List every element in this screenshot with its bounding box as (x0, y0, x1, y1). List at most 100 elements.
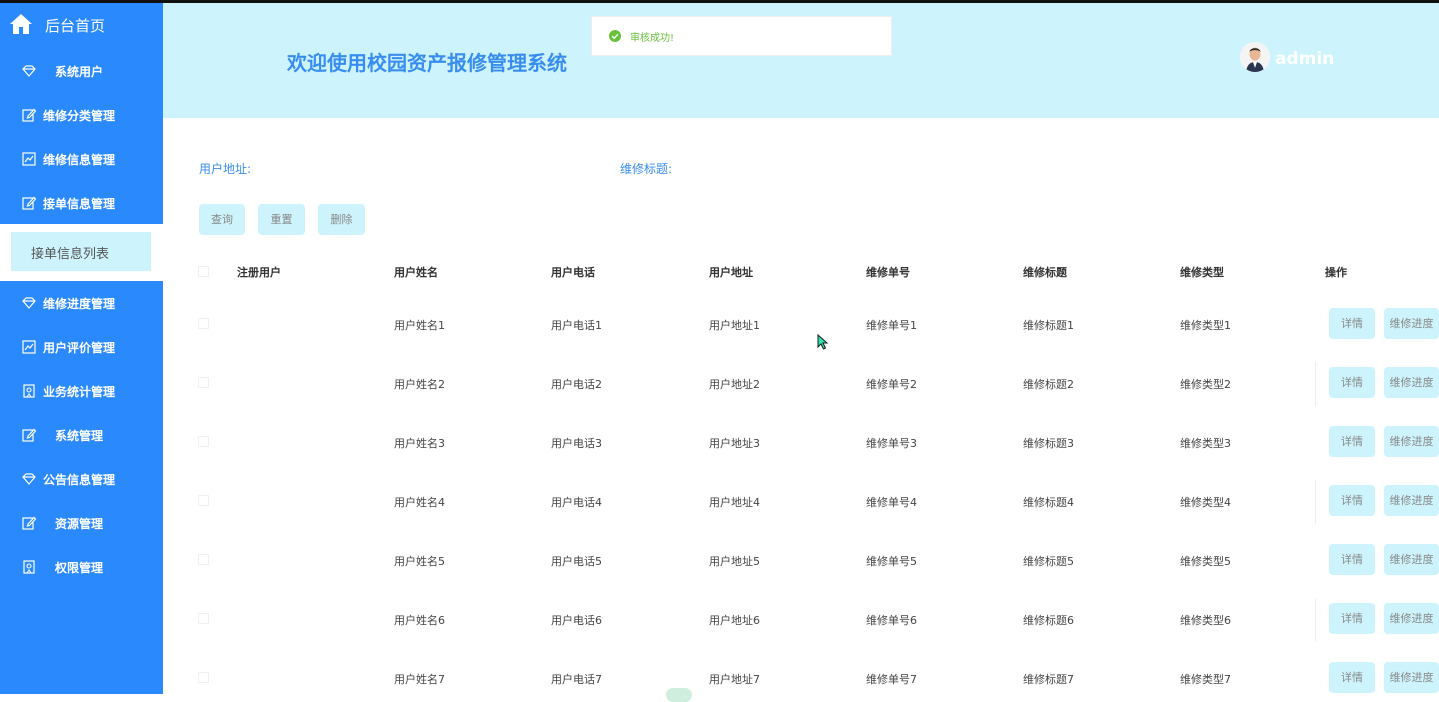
sidebar-item-announcement[interactable]: 公告信息管理 (0, 461, 163, 497)
repair-progress-button[interactable]: 维修进度 (1384, 367, 1439, 398)
sidebar: 后台首页 系统用户 维修分类管理 维修信息管理 接单信息管理 接单信息列表 维修… (0, 3, 163, 694)
user-address-cell: 用户地址1 (709, 319, 760, 332)
user-avatar-icon (1240, 42, 1270, 72)
row-checkbox[interactable] (198, 613, 209, 624)
diamond-icon (22, 297, 36, 309)
select-all-checkbox[interactable] (198, 266, 209, 277)
sidebar-item-system-users[interactable]: 系统用户 (0, 53, 163, 89)
row-checkbox[interactable] (198, 318, 209, 329)
repair-title-label: 维修标题: (620, 162, 673, 176)
column-header: 维修单号 (866, 266, 910, 279)
repair-type-cell: 维修类型1 (1180, 319, 1231, 332)
check-circle-icon (609, 30, 621, 42)
repair-progress-button[interactable]: 维修进度 (1384, 308, 1439, 339)
column-header: 维修标题 (1023, 266, 1067, 279)
sidebar-item-permissions[interactable]: 权限管理 (0, 549, 163, 585)
sidebar-item-repair-progress[interactable]: 维修进度管理 (0, 285, 163, 321)
column-header: 用户地址 (709, 266, 753, 279)
row-checkbox[interactable] (198, 377, 209, 388)
column-header: 用户电话 (551, 266, 595, 279)
user-address-label: 用户地址: (199, 162, 252, 176)
repair-title-cell: 维修标题2 (1023, 378, 1074, 391)
detail-button[interactable]: 详情 (1329, 603, 1375, 634)
query-button[interactable]: 查询 (199, 204, 245, 235)
repair-progress-button[interactable]: 维修进度 (1384, 485, 1439, 516)
page-title: 欢迎使用校园资产报修管理系统 (287, 51, 567, 75)
sidebar-item-resources[interactable]: 资源管理 (0, 505, 163, 541)
row-checkbox[interactable] (198, 436, 209, 447)
repair-number-cell: 维修单号1 (866, 319, 917, 332)
repair-number-cell: 维修单号6 (866, 614, 917, 627)
sidebar-item-label: 业务统计管理 (43, 385, 116, 399)
sidebar-item-label: 维修进度管理 (43, 297, 116, 311)
username[interactable]: admin (1275, 49, 1334, 69)
repair-title-cell: 维修标题1 (1023, 319, 1074, 332)
detail-button[interactable]: 详情 (1329, 485, 1375, 516)
sidebar-item-user-review[interactable]: 用户评价管理 (0, 329, 163, 365)
home-link[interactable]: 后台首页 (0, 3, 163, 45)
column-header: 维修类型 (1180, 266, 1224, 279)
user-address-cell: 用户地址3 (709, 437, 760, 450)
repair-progress-button[interactable]: 维修进度 (1384, 426, 1439, 457)
user-name-cell: 用户姓名1 (394, 319, 445, 332)
row-checkbox[interactable] (198, 495, 209, 506)
repair-progress-button[interactable]: 维修进度 (1384, 544, 1439, 575)
repair-type-cell: 维修类型2 (1180, 378, 1231, 391)
detail-button[interactable]: 详情 (1329, 426, 1375, 457)
submenu-item-order-list[interactable]: 接单信息列表 (11, 232, 151, 271)
row-checkbox[interactable] (198, 554, 209, 565)
sidebar-item-system-manage[interactable]: 系统管理 (0, 417, 163, 453)
row-divider (1315, 598, 1316, 642)
badge-icon (23, 560, 35, 574)
sidebar-item-label: 用户评价管理 (43, 341, 116, 355)
sidebar-item-label: 权限管理 (55, 561, 104, 575)
user-name-cell: 用户姓名6 (394, 614, 445, 627)
sidebar-item-label: 公告信息管理 (43, 473, 116, 487)
mouse-cursor-icon (817, 334, 829, 350)
detail-button[interactable]: 详情 (1329, 544, 1375, 575)
badge-icon (23, 384, 35, 398)
detail-button[interactable]: 详情 (1329, 308, 1375, 339)
repair-number-cell: 维修单号4 (866, 496, 917, 509)
reset-button[interactable]: 重置 (258, 204, 305, 235)
edit-icon (22, 196, 36, 210)
diamond-icon (22, 65, 36, 77)
user-name-cell: 用户姓名5 (394, 555, 445, 568)
edit-icon (22, 108, 36, 122)
repair-type-cell: 维修类型5 (1180, 555, 1231, 568)
user-address-cell: 用户地址2 (709, 378, 760, 391)
column-header: 用户姓名 (394, 266, 438, 279)
row-divider (1315, 480, 1316, 524)
row-checkbox[interactable] (198, 672, 209, 683)
user-address-cell: 用户地址6 (709, 614, 760, 627)
repair-title-cell: 维修标题4 (1023, 496, 1074, 509)
user-phone-cell: 用户电话6 (551, 614, 602, 627)
sidebar-item-label: 系统用户 (55, 65, 104, 79)
repair-progress-button[interactable]: 维修进度 (1384, 603, 1439, 634)
sidebar-item-order-info[interactable]: 接单信息管理 (0, 185, 163, 221)
detail-button[interactable]: 详情 (1329, 662, 1375, 693)
sidebar-item-repair-category[interactable]: 维修分类管理 (0, 97, 163, 133)
repair-type-cell: 维修类型7 (1180, 673, 1231, 686)
detail-button[interactable]: 详情 (1329, 367, 1375, 398)
repair-type-cell: 维修类型6 (1180, 614, 1231, 627)
user-name-cell: 用户姓名4 (394, 496, 445, 509)
sidebar-item-repair-info[interactable]: 维修信息管理 (0, 141, 163, 177)
sidebar-item-label: 维修分类管理 (43, 109, 116, 123)
home-label: 后台首页 (45, 17, 106, 35)
user-phone-cell: 用户电话5 (551, 555, 602, 568)
edit-icon (22, 428, 36, 442)
repair-title-cell: 维修标题3 (1023, 437, 1074, 450)
toast-message: 审核成功! (630, 33, 675, 44)
avatar[interactable] (1240, 42, 1270, 72)
delete-button[interactable]: 删除 (318, 204, 365, 235)
column-header: 操作 (1325, 266, 1347, 279)
user-phone-cell: 用户电话1 (551, 319, 602, 332)
repair-number-cell: 维修单号5 (866, 555, 917, 568)
sidebar-item-label: 接单信息管理 (43, 197, 116, 211)
repair-progress-button[interactable]: 维修进度 (1384, 662, 1439, 693)
sidebar-item-label: 资源管理 (55, 517, 104, 531)
sidebar-item-business-stats[interactable]: 业务统计管理 (0, 373, 163, 409)
repair-number-cell: 维修单号3 (866, 437, 917, 450)
repair-title-cell: 维修标题5 (1023, 555, 1074, 568)
